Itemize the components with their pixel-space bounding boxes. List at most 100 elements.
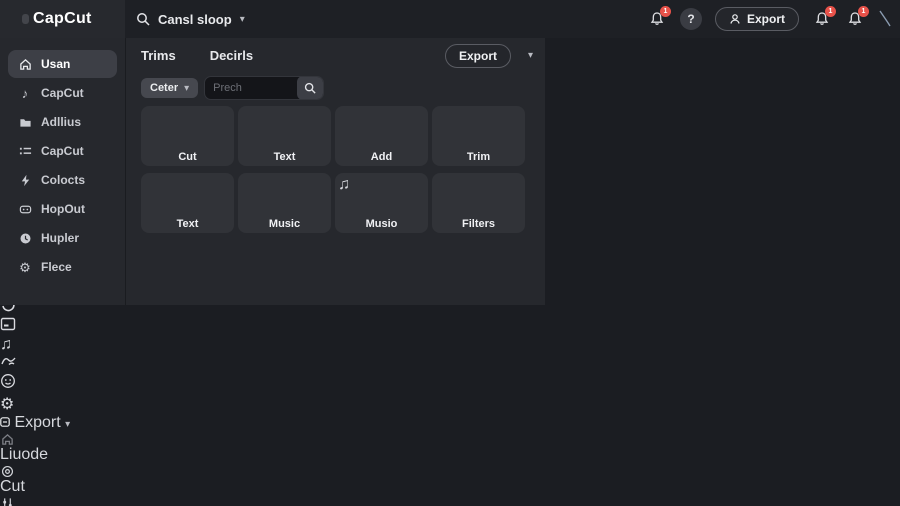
notification-badge: 1 [660, 6, 671, 17]
beamed-note-button[interactable]: ♫ [0, 336, 900, 354]
logo-icon [22, 14, 29, 24]
avatar-partial-icon [878, 9, 892, 29]
sidebar-item-colocts[interactable]: Colocts [8, 166, 117, 194]
timeline-sidebar: Liuode Cut Trim CapCut Text Ans [0, 432, 900, 506]
library-tabs: Trims Decirls [141, 48, 253, 63]
lightning-icon [18, 173, 32, 187]
notification-bell-button[interactable]: 1 [647, 9, 667, 29]
asset-grid: Cut Text Add Trim Text Music ♫ Musio Filt… [141, 106, 525, 233]
gear-icon: ⚙ [18, 260, 32, 274]
asset-thumbnail [241, 109, 328, 149]
logo-area: CapCut [0, 0, 125, 38]
home-icon [0, 432, 14, 446]
sticker-button[interactable] [0, 373, 900, 394]
person-icon [729, 13, 741, 25]
target-icon [0, 464, 14, 478]
library-filter-row: Ceter ▾ [141, 76, 324, 100]
asset-label: Trim [435, 149, 522, 164]
sidebar-item-hupler[interactable]: Hupler [8, 224, 117, 252]
asset-thumbnail [144, 109, 231, 149]
tl-item-liuode[interactable]: Liuode [0, 432, 900, 464]
sidebar-item-label: Hupler [41, 231, 79, 245]
tab-trims[interactable]: Trims [141, 48, 176, 63]
category-label: Ceter [150, 82, 178, 94]
export-label: Export [747, 12, 785, 26]
asset-thumbnail [241, 176, 328, 216]
notification-badge: 1 [858, 6, 869, 17]
category-dropdown[interactable]: Ceter ▾ [141, 78, 198, 98]
export-box-icon [0, 414, 10, 431]
sidebar-item-label: HopOut [41, 202, 85, 216]
library-search-button[interactable] [297, 76, 323, 100]
notification-bell-button-2[interactable]: 1 [812, 9, 832, 29]
chevron-down-icon: ▾ [65, 419, 70, 430]
sidebar-item-usan[interactable]: Usan [8, 50, 117, 78]
beamed-note-icon: ♫ [338, 176, 350, 193]
global-search[interactable]: Cansl sloop ▾ [136, 0, 245, 38]
library-search [204, 76, 324, 100]
robot-icon [18, 202, 32, 216]
export-button-top[interactable]: Export [715, 7, 799, 31]
folder-icon [18, 115, 32, 129]
asset-card-trim[interactable]: Trim [432, 106, 525, 166]
asset-thumbnail [435, 176, 522, 216]
sidebar-item-label: Usan [41, 57, 70, 71]
sidebar-item-label: Adllius [41, 115, 81, 129]
top-bar: CapCut Cansl sloop ▾ 1 ? Export 1 1 [0, 0, 900, 38]
asset-thumbnail [338, 109, 425, 149]
sliders-icon [0, 496, 14, 506]
library-panel: Trims Decirls Export ▾ Ceter ▾ Cut Text … [125, 38, 545, 305]
home-icon [18, 57, 32, 71]
sidebar-item-adllius[interactable]: Adllius [8, 108, 117, 136]
help-button[interactable]: ? [680, 8, 702, 30]
sidebar-item-label: CapCut [41, 86, 84, 100]
export-button-toolbar[interactable]: Export ▾ [0, 414, 900, 432]
asset-card-cut[interactable]: Cut [141, 106, 234, 166]
tab-decirls[interactable]: Decirls [210, 48, 253, 63]
asset-card-filters[interactable]: Filters [432, 173, 525, 233]
asset-card-text[interactable]: Text [238, 106, 331, 166]
settings-gear-button[interactable]: ⚙ [0, 394, 900, 414]
asset-card-add[interactable]: Add [335, 106, 428, 166]
notification-bell-button-3[interactable]: 1 [845, 9, 865, 29]
app-logo: CapCut [33, 10, 92, 28]
export-label: Export [14, 414, 60, 431]
asset-card-musio[interactable]: ♫ Musio [335, 173, 428, 233]
export-button-library[interactable]: Export [445, 44, 511, 68]
search-label: Cansl sloop [158, 12, 232, 27]
effects-wave-button[interactable] [0, 354, 900, 373]
sidebar-item-capcut-2[interactable]: CapCut [8, 137, 117, 165]
chevron-down-icon: ▾ [184, 83, 189, 94]
asset-thumbnail [144, 176, 231, 216]
sidebar-item-label: CapCut [41, 144, 84, 158]
sidebar-item-label: Flece [41, 260, 72, 274]
tl-item-trim[interactable]: Trim [0, 496, 900, 506]
library-search-input[interactable] [205, 82, 297, 94]
chevron-down-icon: ▾ [240, 14, 245, 25]
list-icon [18, 144, 32, 158]
asset-label: Musio [338, 216, 425, 231]
clock-icon [18, 231, 32, 245]
asset-thumbnail: ♫ [338, 176, 425, 216]
capcut-app: CapCut Cansl sloop ▾ 1 ? Export 1 1 [0, 0, 900, 506]
search-icon [304, 82, 316, 94]
asset-card-text-2[interactable]: Text [141, 173, 234, 233]
notification-badge: 1 [825, 6, 836, 17]
sidebar-item-label: Colocts [41, 173, 85, 187]
export-caret-icon[interactable]: ▾ [528, 50, 533, 61]
timeline-area: Liuode Cut Trim CapCut Text Ans 7-1003 [0, 432, 900, 506]
asset-label: Add [338, 149, 425, 164]
music-note-icon: ♪ [18, 86, 32, 100]
asset-label: Music [241, 216, 328, 231]
sidebar-item-capcut[interactable]: ♪ CapCut [8, 79, 117, 107]
asset-label: Text [144, 216, 231, 231]
frame-box-button[interactable] [0, 317, 900, 336]
tl-item-cut[interactable]: Cut [0, 464, 900, 496]
search-icon [136, 12, 150, 26]
sidebar-item-hopout[interactable]: HopOut [8, 195, 117, 223]
sidebar-item-flece[interactable]: ⚙ Flece [8, 253, 117, 281]
asset-thumbnail [435, 109, 522, 149]
asset-card-music[interactable]: Music [238, 173, 331, 233]
asset-label: Cut [144, 149, 231, 164]
tl-item-label: Liuode [0, 446, 48, 463]
